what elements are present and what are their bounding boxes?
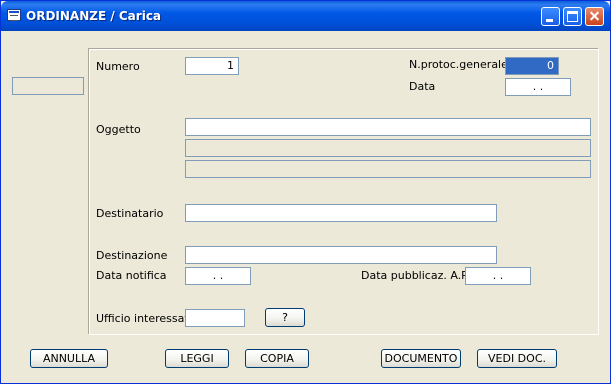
data-label: Data <box>409 80 436 93</box>
close-icon[interactable] <box>585 7 604 26</box>
ordinanze-window: ORDINANZE / Carica Numero 1 N.protoc.gen… <box>0 0 611 384</box>
copia-button[interactable]: COPIA <box>245 349 309 368</box>
oggetto-field-1[interactable] <box>185 118 591 136</box>
documento-button[interactable]: DOCUMENTO <box>381 349 461 368</box>
data-pubblicaz-label: Data pubblicaz. A.P.: <box>361 269 474 282</box>
title-bar[interactable]: ORDINANZE / Carica <box>1 1 610 31</box>
destinatario-field[interactable] <box>185 204 497 222</box>
oggetto-field-3 <box>185 160 591 178</box>
data-pubblicaz-field[interactable]: . . <box>465 267 531 285</box>
numero-label: Numero <box>96 60 140 73</box>
leggi-button[interactable]: LEGGI <box>165 349 229 368</box>
side-status-box <box>12 77 84 95</box>
minimize-icon[interactable] <box>541 7 560 26</box>
window-title: ORDINANZE / Carica <box>26 9 162 23</box>
ufficio-lookup-button[interactable]: ? <box>265 308 305 327</box>
ufficio-field[interactable] <box>185 309 245 327</box>
annulla-button[interactable]: ANNULLA <box>30 349 108 368</box>
numero-field[interactable]: 1 <box>185 57 239 75</box>
oggetto-label: Oggetto <box>96 123 141 136</box>
data-notifica-field[interactable]: . . <box>185 267 251 285</box>
nprotoc-label: N.protoc.generale <box>409 58 508 71</box>
form-window-icon <box>7 9 21 21</box>
data-field[interactable]: . . <box>505 78 571 96</box>
nprotoc-field[interactable]: 0 <box>505 57 559 75</box>
destinazione-label: Destinazione <box>96 249 168 262</box>
maximize-icon[interactable] <box>563 7 582 26</box>
destinazione-field[interactable] <box>185 246 497 264</box>
ufficio-label: Ufficio interessato <box>96 312 196 325</box>
oggetto-field-2 <box>185 139 591 157</box>
vedi-doc-button[interactable]: VEDI DOC. <box>477 349 557 368</box>
destinatario-label: Destinatario <box>96 207 164 220</box>
data-notifica-label: Data notifica <box>96 269 167 282</box>
